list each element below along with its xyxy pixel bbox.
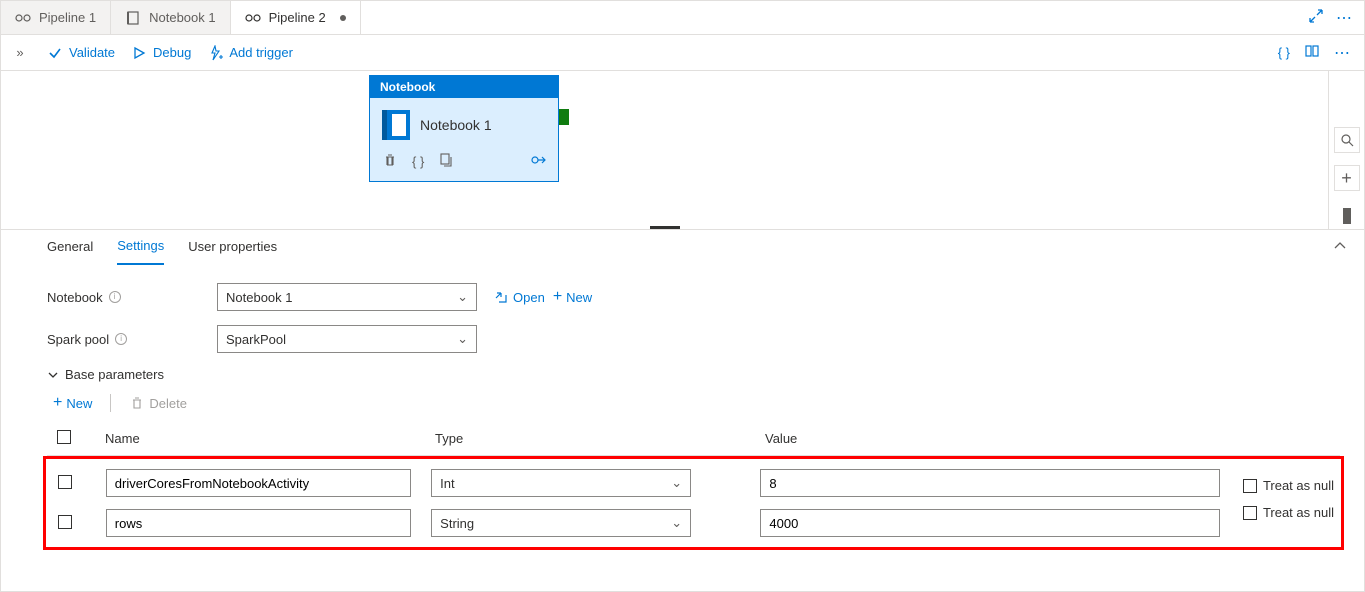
sparkpool-select[interactable]: SparkPool ⌄ [217, 325, 477, 353]
base-parameters-toggle[interactable]: Base parameters [47, 367, 1340, 382]
col-name: Name [95, 422, 425, 456]
treat-as-null-checkbox[interactable]: Treat as null [1243, 478, 1334, 493]
param-value-input[interactable] [760, 509, 1220, 537]
plus-icon: + [53, 394, 62, 412]
info-icon[interactable]: i [109, 291, 121, 303]
param-new-button[interactable]: + New [53, 394, 92, 412]
canvas-sidebar: + [1328, 71, 1364, 229]
notebook-tab-icon [125, 10, 141, 26]
more-icon[interactable]: ⋯ [1336, 8, 1352, 28]
param-type-select[interactable]: String ⌄ [431, 509, 691, 537]
chevron-down-icon: ⌄ [671, 475, 682, 491]
more-icon[interactable]: ⋯ [1334, 43, 1350, 63]
code-icon[interactable]: { } [412, 154, 424, 169]
notebook-activity[interactable]: Notebook Notebook 1 { } [369, 75, 559, 182]
notebook-select[interactable]: Notebook 1 ⌄ [217, 283, 477, 311]
param-type-select[interactable]: Int ⌄ [431, 469, 691, 497]
delete-icon[interactable] [382, 152, 398, 171]
toggle-panel-icon[interactable]: » [9, 45, 31, 60]
info-icon[interactable]: i [115, 333, 127, 345]
tab-label: Pipeline 1 [39, 10, 96, 25]
pipeline-icon [245, 10, 261, 26]
tab-general[interactable]: General [47, 239, 93, 264]
zoom-handle-icon[interactable] [1334, 203, 1360, 229]
pipeline-canvas[interactable]: Notebook Notebook 1 { } [1, 71, 1328, 229]
chevron-down-icon: ⌄ [457, 289, 468, 305]
open-button[interactable]: Open [493, 289, 545, 305]
debug-button[interactable]: Debug [131, 45, 191, 61]
expand-icon[interactable] [1308, 8, 1324, 27]
col-type: Type [425, 422, 755, 456]
tab-pipeline-1[interactable]: Pipeline 1 [1, 1, 111, 34]
plus-icon: + [553, 288, 562, 306]
modified-indicator-icon [340, 15, 346, 21]
activity-name: Notebook 1 [420, 117, 492, 133]
tab-label: Pipeline 2 [269, 10, 326, 25]
tab-notebook-1[interactable]: Notebook 1 [111, 1, 231, 34]
property-tabs: General Settings User properties [1, 229, 1364, 265]
notebook-label: Notebook [47, 290, 103, 305]
param-value-input[interactable] [760, 469, 1220, 497]
pipeline-toolbar: » Validate Debug Add trigger { } ⋯ [1, 35, 1364, 71]
param-name-input[interactable] [106, 469, 411, 497]
notebook-icon [382, 110, 410, 140]
editor-tabbar: Pipeline 1 Notebook 1 Pipeline 2 ⋯ [1, 1, 1364, 35]
add-trigger-button[interactable]: Add trigger [207, 45, 293, 61]
success-connector-icon[interactable] [559, 109, 569, 125]
select-all-checkbox[interactable] [57, 430, 71, 444]
copy-icon[interactable] [438, 152, 454, 171]
param-name-input[interactable] [106, 509, 411, 537]
zoom-in-icon[interactable]: + [1334, 165, 1360, 191]
run-arrow-icon[interactable] [530, 152, 546, 171]
chevron-down-icon [47, 369, 59, 381]
activity-type-label: Notebook [370, 76, 558, 98]
param-delete-button[interactable]: Delete [129, 395, 187, 411]
pipeline-icon [15, 10, 31, 26]
trash-icon [129, 395, 145, 411]
param-row: Int ⌄ [48, 463, 1339, 503]
row-checkbox[interactable] [58, 475, 72, 489]
highlighted-region: Int ⌄ [43, 456, 1344, 550]
treat-as-null-checkbox[interactable]: Treat as null [1243, 505, 1334, 520]
tab-pipeline-2[interactable]: Pipeline 2 [231, 1, 361, 34]
code-icon[interactable]: { } [1278, 45, 1290, 60]
validate-button[interactable]: Validate [47, 45, 115, 61]
sparkpool-label: Spark pool [47, 332, 109, 347]
new-button[interactable]: + New [553, 288, 592, 306]
collapse-panel-icon[interactable] [1332, 238, 1348, 257]
chevron-down-icon: ⌄ [671, 515, 682, 531]
row-checkbox[interactable] [58, 515, 72, 529]
properties-icon[interactable] [1304, 43, 1320, 62]
settings-form: Notebook i Notebook 1 ⌄ Open + New Spa [1, 265, 1364, 550]
search-icon[interactable] [1334, 127, 1360, 153]
tab-settings[interactable]: Settings [117, 238, 164, 265]
parameters-table: Name Type Value [47, 422, 1340, 550]
tab-label: Notebook 1 [149, 10, 216, 25]
chevron-down-icon: ⌄ [457, 331, 468, 347]
tab-user-properties[interactable]: User properties [188, 239, 277, 264]
col-value: Value [755, 422, 1230, 456]
param-row: String ⌄ [48, 503, 1339, 543]
